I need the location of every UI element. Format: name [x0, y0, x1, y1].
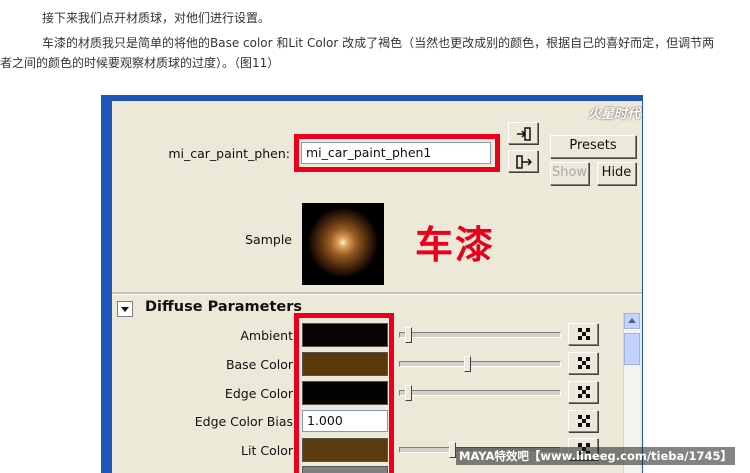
attr-label-edge-color-bias: Edge Color Bias [194, 414, 293, 429]
material-sample-swatch [302, 203, 384, 285]
map-button-edge-color-bias[interactable] [568, 410, 598, 432]
attr-label-ambient: Ambient [240, 328, 293, 343]
output-connection-button[interactable] [508, 150, 538, 172]
hide-button[interactable]: Hide [597, 162, 636, 185]
collapse-arrow-icon[interactable] [117, 301, 133, 317]
logo-watermark: 火星时代 [587, 107, 640, 122]
sample-label: Sample [245, 232, 292, 247]
input-connection-button[interactable] [508, 122, 538, 144]
input-connection-icon [517, 127, 531, 141]
presets-button[interactable]: Presets [550, 135, 636, 158]
map-button-base-color[interactable] [568, 352, 598, 374]
slider-thumb[interactable] [405, 385, 412, 401]
scroll-thumb[interactable] [624, 333, 640, 365]
attr-label-base-color: Base Color [225, 357, 293, 372]
highlight-box-shader-name [294, 134, 500, 172]
section-divider [112, 292, 642, 295]
section-title-diffuse-parameters: Diffuse Parameters [145, 299, 303, 315]
slider-thumb[interactable] [464, 356, 471, 372]
annotation-car-paint: 车漆 [415, 223, 496, 267]
highlight-box-diffuse-colors [294, 313, 394, 473]
shader-name-label: mi_car_paint_phen: [168, 146, 290, 161]
slider-base-color[interactable] [399, 356, 561, 372]
map-button-edge-color[interactable] [568, 381, 598, 403]
checker-map-icon [578, 328, 590, 340]
attribute-editor-screenshot: 火星时代 mi_car_paint_phen: mi_car_paint_phe… [101, 95, 643, 473]
checker-map-icon [578, 386, 590, 398]
article-para-1: 接下来我们点开材质球，对他们进行设置。 [42, 11, 271, 25]
show-button[interactable]: Show [550, 162, 589, 185]
article-para-2: 车漆的材质我只是简单的将他的Base color 和Lit Color 改成了褐… [0, 33, 748, 73]
attribute-editor-panel: 火星时代 mi_car_paint_phen: mi_car_paint_phe… [112, 101, 642, 473]
article-para-2-line-2: 者之间的颜色的时候要观察材质球的过度）。（图11） [0, 56, 280, 70]
map-button-ambient[interactable] [568, 323, 598, 345]
attr-label-lit-color: Lit Color [241, 443, 293, 458]
slider-edge-color[interactable] [399, 385, 561, 401]
attr-label-edge-color: Edge Color [224, 386, 293, 401]
site-watermark: MAYA特效吧【www.lineeg.com/tieba/1745】 [456, 447, 735, 465]
article-para-2-line-1: 车漆的材质我只是简单的将他的Base color 和Lit Color 改成了褐… [42, 36, 715, 50]
checker-map-icon [578, 357, 590, 369]
slider-thumb[interactable] [405, 327, 412, 343]
slider-ambient[interactable] [399, 327, 561, 343]
scroll-up-arrow-icon[interactable] [624, 313, 640, 329]
checker-map-icon [578, 415, 590, 427]
slider-thumb[interactable] [449, 442, 456, 458]
output-connection-icon [516, 155, 532, 169]
